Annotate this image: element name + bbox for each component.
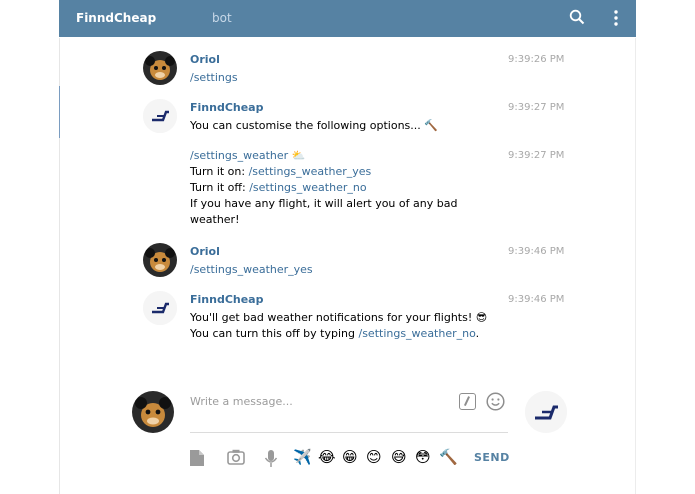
message-input[interactable] bbox=[190, 392, 448, 410]
message-text: If you have any flight, it will alert yo… bbox=[190, 197, 458, 210]
message-command-link[interactable]: /settings_weather_yes bbox=[190, 262, 313, 278]
message-time: 9:39:27 PM bbox=[508, 102, 565, 113]
message-text: You'll get bad weather notifications for… bbox=[190, 310, 487, 326]
message-text: You can customise the following options.… bbox=[190, 118, 438, 134]
bot-avatar-finndcheap[interactable] bbox=[143, 99, 177, 133]
microphone-icon[interactable] bbox=[264, 449, 278, 472]
message-time: 9:39:46 PM bbox=[508, 294, 565, 305]
command-link[interactable]: /settings_weather_no bbox=[358, 327, 475, 340]
message-time: 9:39:26 PM bbox=[508, 54, 565, 65]
sunglasses-emoji: 😎 bbox=[475, 311, 488, 324]
message-text: Turn it off: /settings_weather_no bbox=[190, 180, 367, 196]
message-text: /settings_weather ⛅ bbox=[190, 148, 305, 164]
more-vertical-icon[interactable] bbox=[613, 9, 619, 31]
message-author[interactable]: Oriol bbox=[190, 53, 220, 66]
chat-header: FinndCheap bot bbox=[59, 0, 636, 37]
message-author[interactable]: Oriol bbox=[190, 245, 220, 258]
message-text: weather! bbox=[190, 213, 240, 226]
camera-icon[interactable] bbox=[227, 449, 245, 469]
quick-emoji-joy[interactable]: 😂 bbox=[318, 448, 336, 466]
composer-divider bbox=[190, 432, 508, 433]
command-link[interactable]: /settings_weather bbox=[190, 149, 288, 162]
quick-emoji-grin[interactable]: 😁 bbox=[342, 448, 358, 466]
bot-avatar-finndcheap[interactable] bbox=[143, 291, 177, 325]
message-body: You can turn this off by typing bbox=[190, 327, 355, 340]
message-time: 9:39:46 PM bbox=[508, 246, 565, 257]
search-icon[interactable] bbox=[569, 9, 585, 29]
message-punctuation: . bbox=[475, 327, 480, 340]
self-avatar[interactable] bbox=[132, 391, 174, 433]
send-button[interactable]: SEND bbox=[474, 451, 510, 464]
message-author[interactable]: FinndCheap bbox=[190, 293, 263, 306]
cloud-sun-emoji: ⛅ bbox=[291, 149, 306, 162]
turn-on-label: Turn it on: bbox=[190, 165, 246, 178]
message-text: You can turn this off by typing /setting… bbox=[190, 326, 479, 342]
right-divider bbox=[635, 38, 636, 494]
message-body: You can customise the following options.… bbox=[190, 119, 421, 132]
bot-command-icon[interactable] bbox=[459, 393, 476, 410]
message-author[interactable]: FinndCheap bbox=[190, 101, 263, 114]
chat-subtitle: bot bbox=[212, 11, 232, 25]
quick-emoji-airplane[interactable]: ✈️ bbox=[293, 448, 312, 466]
attach-file-icon[interactable] bbox=[189, 449, 205, 471]
peer-avatar-finndcheap[interactable] bbox=[525, 391, 567, 433]
quick-emoji-blush[interactable]: 😊 bbox=[366, 448, 382, 466]
hammer-emoji: 🔨 bbox=[424, 119, 438, 132]
chat-title[interactable]: FinndCheap bbox=[76, 11, 156, 25]
command-link[interactable]: /settings_weather_no bbox=[249, 181, 366, 194]
turn-off-label: Turn it off: bbox=[190, 181, 246, 194]
quick-emoji-sweat-smile[interactable]: 😅 bbox=[391, 448, 407, 466]
emoji-picker-icon[interactable] bbox=[486, 392, 505, 415]
message-command-link[interactable]: /settings bbox=[190, 70, 238, 86]
message-body: You'll get bad weather notifications for… bbox=[190, 311, 473, 324]
message-text: Turn it on: /settings_weather_yes bbox=[190, 164, 371, 180]
user-avatar-oriol[interactable] bbox=[143, 51, 177, 85]
user-avatar-oriol[interactable] bbox=[143, 243, 177, 277]
scroll-indicator bbox=[59, 86, 60, 138]
quick-emoji-flushed[interactable]: 😳 bbox=[415, 448, 431, 466]
command-link[interactable]: /settings_weather_yes bbox=[249, 165, 372, 178]
message-time: 9:39:27 PM bbox=[508, 150, 565, 161]
quick-emoji-hammer[interactable]: 🔨 bbox=[439, 448, 458, 466]
